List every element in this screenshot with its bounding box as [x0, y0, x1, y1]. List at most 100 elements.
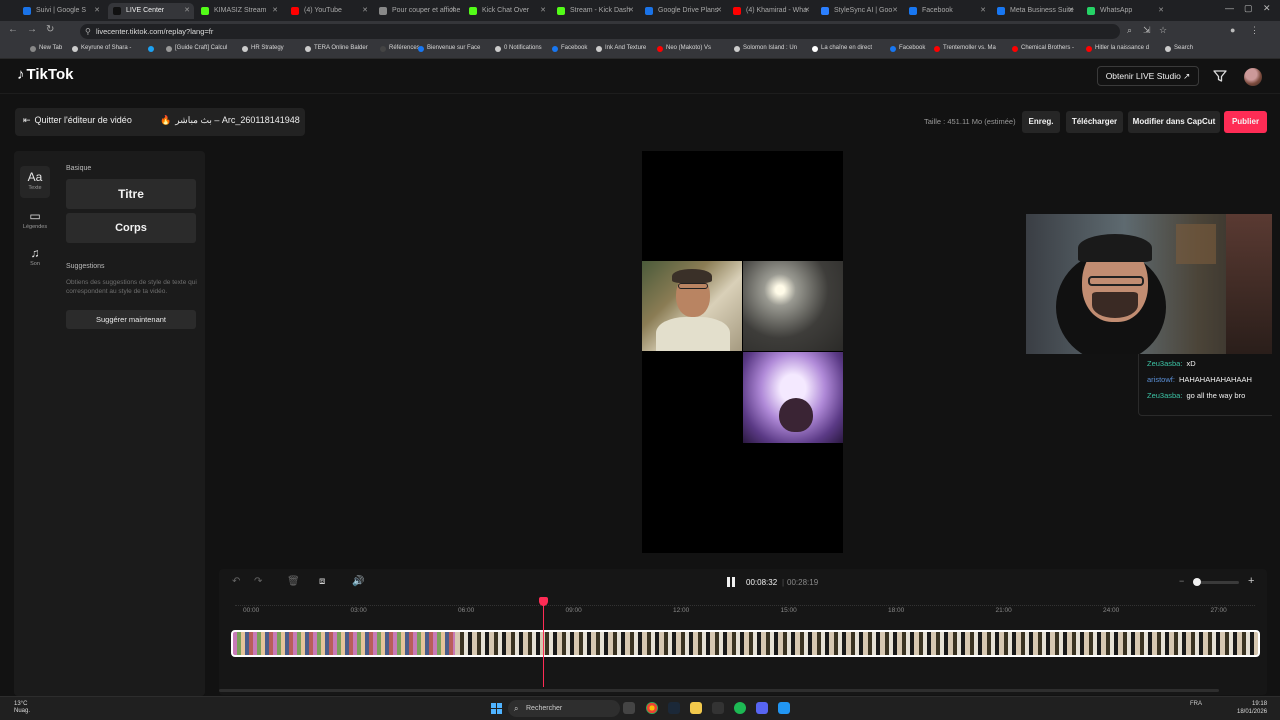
volume-icon[interactable]: 🔊 [352, 576, 364, 587]
zoom-in-icon[interactable]: + [1248, 575, 1254, 587]
avatar[interactable] [1244, 68, 1262, 86]
tab-sound[interactable]: ♫ Son [20, 242, 50, 274]
discord-icon[interactable] [756, 702, 768, 714]
tab-text[interactable]: Aa Texte [20, 166, 50, 198]
tiktok-logo[interactable]: ♪ TikTok [17, 66, 73, 83]
close-tab-icon[interactable]: ✕ [716, 3, 722, 19]
split-icon[interactable]: ⧈ [319, 576, 325, 587]
close-tab-icon[interactable]: ✕ [94, 3, 100, 19]
timeline-scrollbar[interactable] [219, 689, 1219, 692]
bookmark-item[interactable]: 0 Notifications [495, 45, 542, 52]
bookmark-item[interactable]: La chaîne en direct [812, 45, 872, 52]
close-tab-icon[interactable]: ✕ [450, 3, 456, 19]
close-tab-icon[interactable]: ✕ [804, 3, 810, 19]
bookmark-item[interactable]: Ink And Texture [596, 45, 646, 52]
url-field[interactable]: ⚲ livecenter.tiktok.com/replay?lang=fr [80, 24, 1120, 39]
bookmark-item[interactable]: HR Strategy [242, 45, 284, 52]
terminal-icon[interactable] [712, 702, 724, 714]
bookmark-item[interactable]: TERA Online Balder [305, 45, 368, 52]
bookmark-item[interactable]: Références [380, 45, 420, 52]
browser-tab[interactable]: (4) Khamirad - Wha ✕ [728, 3, 814, 19]
browser-tab[interactable]: Suivi | Google S ✕ [18, 3, 104, 19]
browser-tab[interactable]: Google Drive Plans ✕ [640, 3, 726, 19]
close-tab-icon[interactable]: ✕ [1158, 3, 1164, 19]
browser-tab[interactable]: (4) YouTube ✕ [286, 3, 372, 19]
time-ruler[interactable] [235, 605, 1255, 606]
suggest-now-button[interactable]: Suggérer maintenant [66, 310, 196, 329]
close-tab-icon[interactable]: ✕ [980, 3, 986, 19]
browser-tab[interactable]: WhatsApp ✕ [1082, 3, 1168, 19]
title-style-button[interactable]: Titre [66, 179, 196, 209]
browser-tab[interactable]: Kick Chat Over ✕ [464, 3, 550, 19]
maximize-icon[interactable]: ▢ [1244, 3, 1253, 14]
body-style-button[interactable]: Corps [66, 213, 196, 243]
save-button[interactable]: Enreg. [1022, 111, 1060, 133]
close-tab-icon[interactable]: ✕ [540, 3, 546, 19]
taskbar-search[interactable]: ⌕ Rechercher [508, 700, 620, 717]
tab-captions[interactable]: ▭ Légendes [20, 205, 50, 237]
browser-tab[interactable]: Pour couper et afficher ✕ [374, 3, 460, 19]
bookmark-item[interactable]: Trentemoller vs. Ma [934, 45, 996, 52]
profile-icon[interactable]: ● [1230, 25, 1235, 35]
star-icon[interactable]: ☆ [1159, 25, 1167, 36]
zoom-out-icon[interactable]: − [1179, 576, 1184, 586]
browser-tab[interactable]: Meta Business Suite ✕ [992, 3, 1078, 19]
publish-button[interactable]: Publier [1224, 111, 1267, 133]
quit-editor-button[interactable]: ⇤ Quitter l'éditeur de vidéo [23, 115, 132, 126]
steam-icon[interactable] [668, 702, 680, 714]
trash-icon[interactable]: 🗑 [287, 576, 300, 587]
bookmark-item[interactable]: Neo (Makoto) Vs [657, 45, 711, 52]
undo-icon[interactable]: ↶ [232, 576, 240, 587]
browser-tab[interactable]: Stream - Kick Dash ✕ [552, 3, 638, 19]
app-icon[interactable] [778, 702, 790, 714]
clock[interactable]: 19:18 18/01/2026 [1237, 700, 1267, 716]
zoom-icon[interactable]: ⌕ [1127, 25, 1132, 36]
video-preview[interactable] [642, 151, 843, 553]
bookmark-item[interactable]: Search [1165, 45, 1193, 52]
close-tab-icon[interactable]: ✕ [892, 3, 898, 19]
task-view-icon[interactable] [623, 702, 635, 714]
tray-language[interactable]: FRA [1190, 701, 1202, 707]
close-tab-icon[interactable]: ✕ [362, 3, 368, 19]
edit-in-capcut-button[interactable]: Modifier dans CapCut [1128, 111, 1220, 133]
download-button[interactable]: Télécharger [1066, 111, 1123, 133]
video-track[interactable] [231, 630, 1260, 657]
bookmark-item[interactable]: Facebook [552, 45, 587, 52]
browser-tab[interactable]: LIVE Center ✕ [108, 3, 194, 19]
browser-tab[interactable]: Facebook ✕ [904, 3, 990, 19]
bookmark-item[interactable]: New Tab [30, 45, 62, 52]
close-tab-icon[interactable]: ✕ [272, 3, 278, 19]
pause-icon[interactable] [727, 577, 735, 587]
filter-icon[interactable] [1213, 69, 1227, 83]
playhead[interactable] [543, 599, 544, 687]
minimize-icon[interactable]: — [1225, 3, 1234, 13]
bookmark-item[interactable]: [Guide Craft] Calcul [166, 45, 227, 52]
browser-tab[interactable]: KIMASIZ Stream ✕ [196, 3, 282, 19]
zoom-slider-handle[interactable] [1193, 578, 1201, 586]
close-window-icon[interactable]: ✕ [1263, 3, 1271, 14]
get-live-studio-button[interactable]: Obtenir LIVE Studio ↗ [1097, 66, 1199, 86]
playhead-handle[interactable] [539, 597, 548, 606]
back-icon[interactable]: ← [8, 24, 18, 35]
reload-icon[interactable]: ↻ [46, 24, 54, 35]
chrome-icon[interactable] [646, 702, 658, 714]
bookmark-item[interactable]: Keyrune of Shara - [72, 45, 131, 52]
forward-icon[interactable]: → [27, 24, 37, 35]
menu-icon[interactable]: ⋮ [1250, 25, 1259, 36]
file-explorer-icon[interactable] [690, 702, 702, 714]
windows-start-icon[interactable] [491, 703, 502, 714]
weather-widget[interactable]: 13°C Nuag. [14, 701, 30, 715]
bookmark-item[interactable]: Hitler la naissance d [1086, 45, 1149, 52]
close-tab-icon[interactable]: ✕ [628, 3, 634, 19]
bookmark-item[interactable]: Bienvenue sur Face [418, 45, 480, 52]
redo-icon[interactable]: ↷ [254, 576, 262, 587]
install-icon[interactable]: ⇲ [1143, 25, 1151, 36]
bookmark-item[interactable]: Solomon Island : Un [734, 45, 797, 52]
close-tab-icon[interactable]: ✕ [1068, 3, 1074, 19]
bookmark-item[interactable]: Chemical Brothers - [1012, 45, 1074, 52]
close-tab-icon[interactable]: ✕ [184, 3, 190, 19]
browser-tab[interactable]: StyleSync AI | Goo ✕ [816, 3, 902, 19]
site-info-icon[interactable]: ⚲ [85, 24, 91, 39]
bookmark-item[interactable]: Facebook [890, 45, 925, 52]
xbox-icon[interactable] [734, 702, 746, 714]
